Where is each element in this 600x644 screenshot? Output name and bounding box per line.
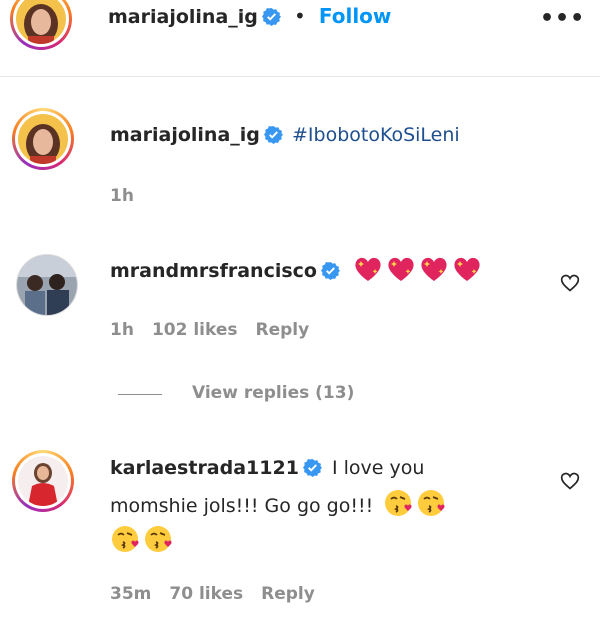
comment-text-line1: I love you: [331, 457, 425, 479]
caption-timestamp[interactable]: 1h: [110, 186, 134, 206]
reply-button[interactable]: Reply: [256, 320, 310, 340]
caption-avatar-ring[interactable]: [12, 108, 74, 170]
caption-username[interactable]: mariajolina_ig: [110, 124, 260, 146]
verified-badge-icon: [261, 7, 281, 26]
comment-avatar-karlaestrada1121[interactable]: [18, 456, 68, 506]
comment-avatar-mrandmrsfrancisco[interactable]: [16, 254, 78, 316]
verified-badge-icon: [263, 125, 283, 144]
header-avatar-ring[interactable]: [10, 0, 72, 50]
follow-button[interactable]: Follow: [319, 4, 392, 28]
comment-likes[interactable]: 70 likes: [169, 584, 243, 604]
heart-outline-icon[interactable]: [560, 273, 580, 297]
more-options-icon[interactable]: •••: [540, 6, 585, 31]
verified-badge-icon: [302, 458, 322, 477]
caption-avatar[interactable]: [18, 114, 68, 164]
face-blowing-kiss-icon: [416, 488, 446, 529]
post-header: mariajolina_ig • Follow •••: [0, 0, 600, 77]
header-username[interactable]: mariajolina_ig: [108, 6, 258, 28]
comment-meta: 35m 70 likes Reply: [110, 584, 333, 604]
comment-username[interactable]: karlaestrada1121: [110, 457, 299, 479]
caption-hashtag-link[interactable]: #IbobotoKoSiLeni: [292, 124, 460, 146]
separator-dot: •: [293, 4, 306, 28]
comment-avatar-ring-karlaestrada1121[interactable]: [12, 450, 74, 512]
sparkling-heart-icon: [386, 255, 416, 287]
comment-timestamp[interactable]: 1h: [110, 320, 134, 340]
view-replies-button[interactable]: View replies (13): [192, 383, 354, 403]
verified-badge-icon: [320, 261, 340, 280]
sparkling-heart-icon: [452, 255, 482, 287]
replies-divider: [118, 394, 162, 395]
comment-meta: 1h 102 likes Reply: [110, 320, 327, 340]
heart-outline-icon[interactable]: [560, 471, 580, 495]
comment-username[interactable]: mrandmrsfrancisco: [110, 260, 317, 282]
comment-timestamp[interactable]: 35m: [110, 584, 151, 604]
face-blowing-kiss-icon: [110, 524, 140, 558]
header-avatar[interactable]: [16, 0, 66, 44]
comment-likes[interactable]: 102 likes: [152, 320, 238, 340]
face-blowing-kiss-icon: [143, 524, 173, 558]
comment-text-line2: momshie jols!!! Go go go!!!: [110, 495, 374, 517]
sparkling-heart-icon: [353, 255, 383, 287]
face-blowing-kiss-icon: [383, 488, 413, 529]
reply-button[interactable]: Reply: [261, 584, 315, 604]
sparkling-heart-icon: [419, 255, 449, 287]
